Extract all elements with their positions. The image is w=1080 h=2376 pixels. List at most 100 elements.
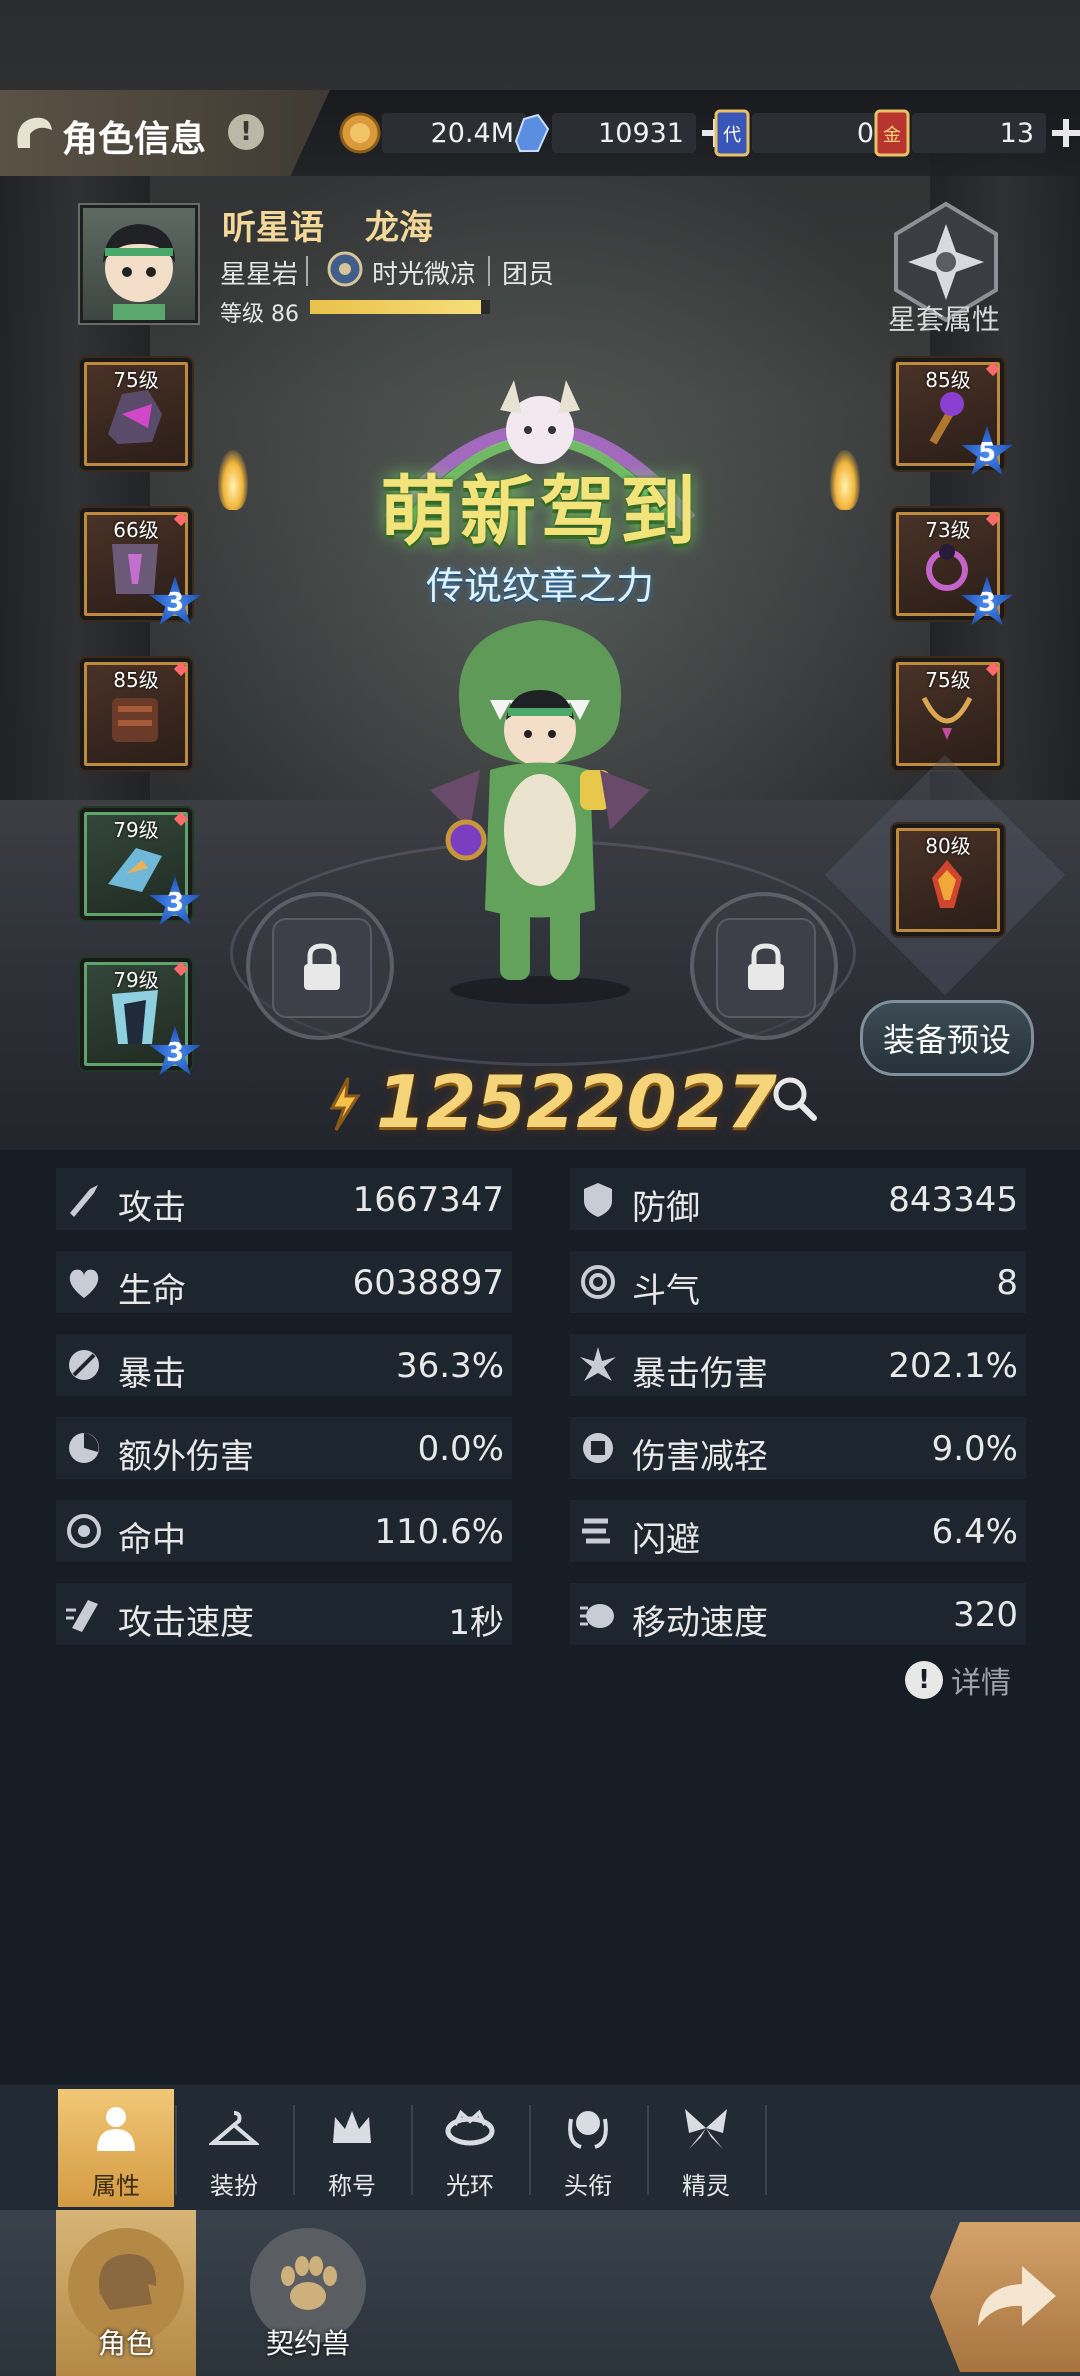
tab-label: 头衔 (564, 2172, 612, 2200)
stat-row: 防御 843345 (570, 1168, 1026, 1230)
lock-icon (304, 943, 340, 990)
paw-icon (281, 2256, 337, 2310)
sword-icon (70, 1185, 98, 1217)
tab-contract-beast[interactable]: 契约兽 (238, 2210, 378, 2376)
equip-slot-armor[interactable]: 66级 3 (80, 508, 201, 626)
equipment-preset-button[interactable]: 装备预设 (860, 1000, 1034, 1076)
cloak-icon (112, 990, 158, 1044)
forward-arrow-icon (978, 2266, 1056, 2326)
stat-value: 9.0% (931, 1429, 1018, 1469)
character-title: 龙海 (365, 208, 433, 248)
title-box: 角色信息 ! (0, 90, 330, 176)
avatar[interactable] (80, 205, 198, 323)
equip-slot-staff[interactable]: 85级 5 (892, 358, 1013, 476)
info-icon: ! (905, 1661, 943, 1699)
locked-slot-right[interactable] (690, 892, 838, 1040)
locked-slot-frame (716, 918, 816, 1018)
next-button[interactable] (930, 2222, 1080, 2372)
add-red-card-button[interactable] (1050, 117, 1080, 149)
tab-label: 光环 (446, 2172, 494, 2200)
hanger-icon (209, 2111, 259, 2145)
stat-label: 生命 (118, 1271, 186, 1311)
stat-value: 110.6% (374, 1512, 504, 1552)
level-progress-bar (310, 300, 490, 314)
avatar-face-icon (103, 224, 175, 320)
stat-label: 伤害减轻 (632, 1437, 768, 1477)
tab-label: 属性 (92, 2172, 140, 2200)
dodge-icon (582, 1518, 610, 1544)
stat-value: 36.3% (395, 1346, 504, 1386)
resource-blue-card: 代 0 (712, 108, 886, 158)
attack-speed-icon (66, 1600, 98, 1632)
badge-title: 萌新驾到 (380, 467, 700, 556)
tab-character[interactable]: 角色 (56, 2210, 196, 2376)
divider (488, 256, 490, 286)
stat-value: 1667347 (352, 1180, 504, 1220)
guild-emblem-icon (327, 251, 363, 287)
blue-card-icon: 代 (714, 109, 750, 157)
stat-row: 攻击速度 1秒 (56, 1583, 512, 1645)
shield-icon (584, 1183, 612, 1217)
red-card-amount: 13 (912, 113, 1046, 153)
tab-hanger[interactable]: 装扮 (176, 2089, 292, 2207)
equip-slot-necklace[interactable]: 75级 (892, 658, 1004, 770)
stat-row: 暴击 36.3% (56, 1334, 512, 1396)
character-model[interactable] (430, 590, 650, 1010)
equip-slot-gloves[interactable]: 85级 (80, 658, 192, 770)
stat-value: 6.4% (931, 1512, 1018, 1552)
person-icon (97, 2107, 135, 2151)
burst-icon (580, 1347, 616, 1381)
heart-icon (69, 1269, 99, 1298)
move-speed-icon (580, 1604, 614, 1628)
bottom-nav: 角色 契约兽 (0, 2210, 1080, 2376)
lock-icon (748, 943, 784, 990)
gauntlet-icon (112, 698, 158, 742)
resource-red-card: 金 13 (872, 108, 1080, 158)
swirl-icon (581, 1265, 615, 1299)
equip-slot-boots[interactable]: 79级 3 (80, 808, 201, 926)
blue-crystal-icon (514, 113, 550, 152)
tab-crown[interactable]: 称号 (294, 2089, 410, 2207)
stat-label: 命中 (118, 1520, 186, 1560)
info-icon[interactable]: ! (228, 114, 264, 150)
tab-person[interactable]: 属性 (58, 2089, 174, 2207)
combat-power-value: 12522027 (376, 1060, 777, 1144)
server-name: 星星岩 (220, 260, 299, 290)
search-icon[interactable] (770, 1074, 818, 1122)
equip-slot-cloak[interactable]: 79级 3 (80, 958, 201, 1076)
equip-slot-weapon[interactable]: 75级 (80, 358, 192, 470)
extra-damage-icon (69, 1433, 99, 1463)
equip-slot-ring[interactable]: 73级 3 (892, 508, 1013, 626)
gold-coin-icon (339, 112, 381, 154)
tab-label: 精灵 (682, 2172, 730, 2200)
necklace-icon (921, 696, 973, 740)
emblem-icon (568, 2111, 608, 2149)
divider (306, 256, 308, 286)
character-icon (99, 2254, 157, 2310)
back-arrow-icon[interactable] (8, 108, 58, 158)
tab-emblem[interactable]: 头衔 (530, 2089, 646, 2207)
locked-slot-left[interactable] (246, 892, 394, 1040)
tab-halo[interactable]: 光环 (412, 2089, 528, 2207)
gold-amount: 20.4M (382, 113, 526, 153)
staff-icon (929, 392, 964, 445)
stat-label: 闪避 (632, 1520, 700, 1560)
stat-label: 额外伤害 (118, 1437, 254, 1477)
level-label: 等级 86 (220, 302, 299, 327)
stat-row: 额外伤害 0.0% (56, 1417, 512, 1479)
equip-slot-wings[interactable]: 80级 (892, 824, 1004, 936)
tab-fairy[interactable]: 精灵 (648, 2089, 764, 2207)
guild-name[interactable]: 时光微凉 (372, 254, 476, 291)
stat-row: 生命 6038897 (56, 1251, 512, 1313)
details-link[interactable]: ! 详情 (905, 1658, 1011, 1702)
wings-icon (932, 860, 962, 908)
svg-text:代: 代 (723, 125, 741, 146)
halo-icon (445, 2109, 495, 2146)
tab-label: 契约兽 (265, 2327, 350, 2360)
left-torch-icon (218, 450, 248, 510)
ring-icon (926, 544, 968, 591)
level-progress-fill (310, 300, 481, 314)
stat-value: 8 (996, 1263, 1018, 1303)
stat-row: 攻击 1667347 (56, 1168, 512, 1230)
resource-crystal: 10931 (508, 108, 732, 158)
